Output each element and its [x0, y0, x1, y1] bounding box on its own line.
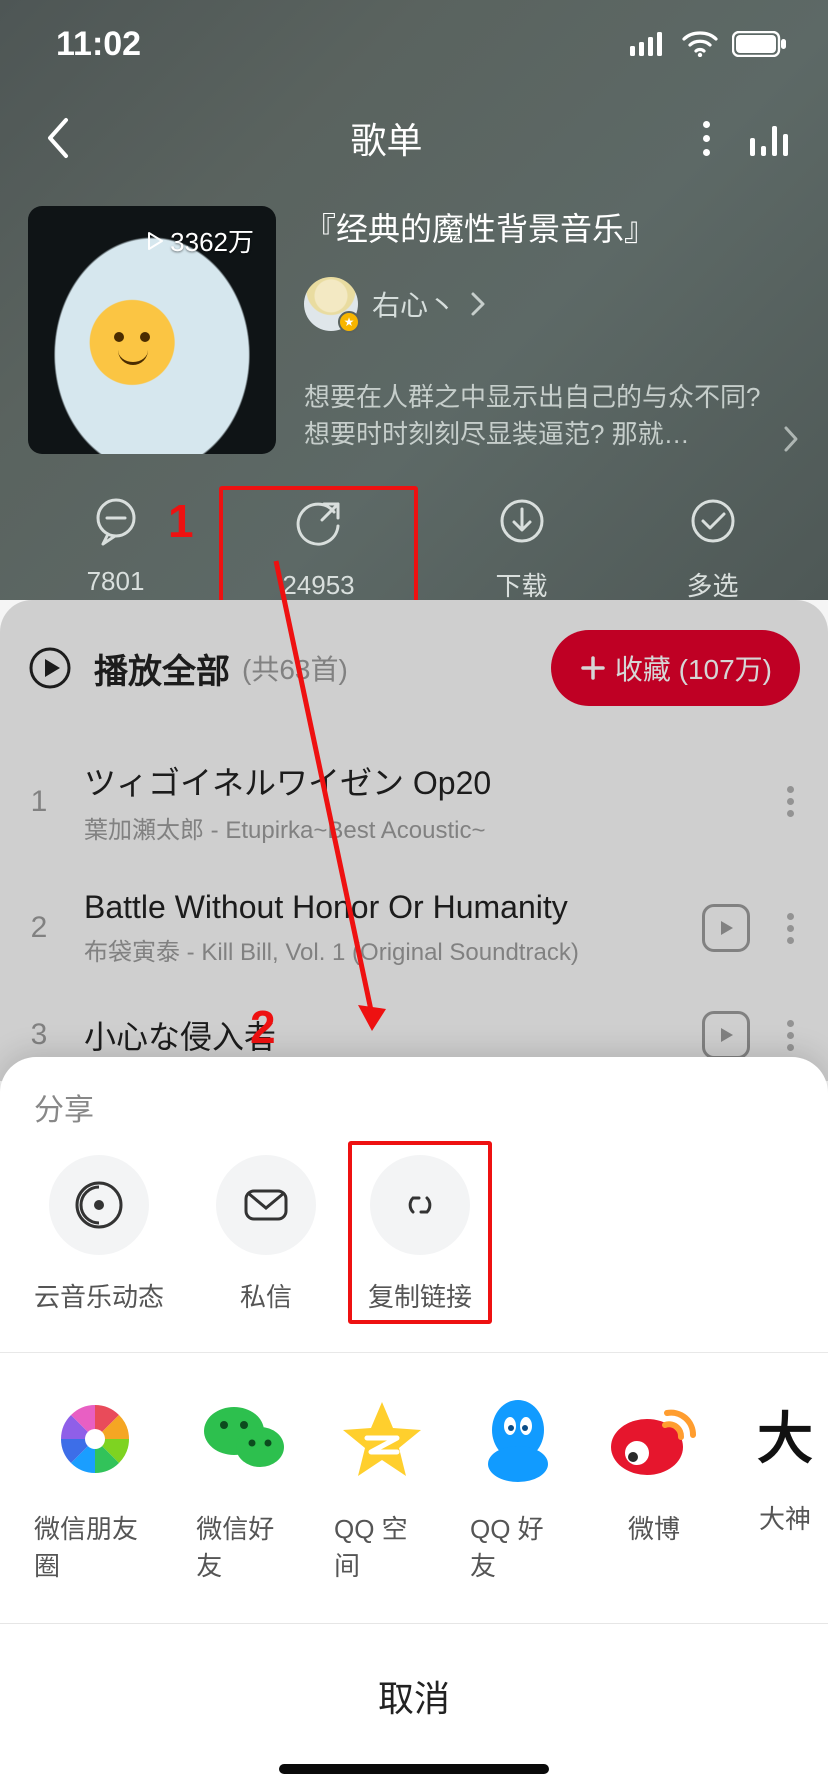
mv-icon[interactable] — [702, 904, 750, 952]
share-option-feed[interactable]: 云音乐动态 — [34, 1155, 164, 1314]
download-label: 下载 — [495, 566, 547, 603]
chevron-right-icon — [782, 424, 800, 454]
nav-bar: 歌单 — [0, 88, 828, 188]
share-label: 私信 — [240, 1277, 292, 1314]
song-index: 1 — [18, 785, 60, 819]
weibo-icon — [607, 1399, 701, 1479]
ext-option-qq[interactable]: QQ 好友 — [470, 1391, 566, 1583]
ext-label: 大神 — [759, 1499, 811, 1536]
link-icon — [393, 1178, 447, 1232]
home-indicator — [279, 1764, 549, 1774]
annotation-2: 2 — [250, 1000, 276, 1054]
description-text: 想要在人群之中显示出自己的与众不同? 想要时时刻刻尽显装逼范? 那就… — [304, 379, 770, 454]
battery-icon — [732, 31, 788, 57]
play-icon — [146, 232, 164, 250]
action-download[interactable]: 下载 — [426, 496, 617, 603]
description-row[interactable]: 想要在人群之中显示出自己的与众不同? 想要时时刻刻尽显装逼范? 那就… — [304, 379, 800, 454]
ext-option-dashen[interactable]: 大 大神 — [742, 1391, 828, 1536]
multiselect-label: 多选 — [686, 566, 738, 603]
row-more-icon[interactable] — [774, 786, 806, 817]
avatar: ★ — [304, 277, 358, 331]
wechat-moments-icon — [53, 1397, 137, 1481]
now-playing-icon[interactable] — [750, 120, 788, 156]
wifi-icon — [682, 31, 718, 57]
mail-icon — [239, 1178, 293, 1232]
share-label: 云音乐动态 — [34, 1277, 164, 1314]
annotation-1: 1 — [168, 494, 194, 548]
song-index: 2 — [18, 911, 60, 945]
status-indicators — [630, 31, 788, 57]
comment-icon — [91, 496, 141, 546]
wechat-icon — [200, 1399, 290, 1479]
row-more-icon[interactable] — [774, 1020, 806, 1051]
share-label: 复制链接 — [368, 1277, 472, 1314]
ext-option-wechat[interactable]: 微信好友 — [196, 1391, 294, 1583]
share-option-copy-link[interactable]: 复制链接 — [368, 1155, 472, 1314]
more-icon[interactable] — [703, 121, 710, 156]
cellular-icon — [630, 32, 668, 56]
ext-label: QQ 空间 — [334, 1509, 430, 1583]
action-multiselect[interactable]: 多选 — [617, 496, 808, 603]
status-time: 11:02 — [56, 25, 141, 64]
play-all-label: 播放全部 — [94, 644, 230, 693]
plus-icon — [579, 654, 607, 682]
author-row[interactable]: ★ 右心丶 — [304, 277, 800, 331]
check-icon — [688, 496, 738, 546]
play-count-text: 3362万 — [170, 222, 254, 259]
avatar-badge-icon: ★ — [338, 311, 360, 333]
playlist-title: 『经典的魔性背景音乐』 — [304, 208, 800, 251]
mv-icon[interactable] — [702, 1011, 750, 1059]
download-icon — [497, 496, 547, 546]
qq-icon — [480, 1394, 556, 1484]
share-internal-row: 云音乐动态 私信 复制链接 — [0, 1143, 828, 1348]
status-bar: 11:02 — [0, 0, 828, 88]
qzone-icon — [339, 1396, 425, 1482]
cover-art[interactable]: 3362万 — [28, 206, 276, 454]
collect-button[interactable]: 收藏 (107万) — [551, 630, 800, 706]
ext-option-weibo[interactable]: 微博 — [606, 1391, 702, 1546]
page-title: 歌单 — [350, 112, 422, 164]
music-feed-icon — [72, 1178, 126, 1232]
ext-label: 微博 — [628, 1509, 680, 1546]
author-name: 右心丶 — [372, 284, 456, 324]
hero-region: 11:02 歌单 3362万 『经典的魔性背景音乐』 ★ 右心丶 — [0, 0, 828, 600]
ext-label: 微信好友 — [196, 1509, 294, 1583]
play-count-badge: 3362万 — [136, 218, 264, 263]
playlist-header: 3362万 『经典的魔性背景音乐』 ★ 右心丶 想要在人群之中显示出自己的与众不… — [0, 188, 828, 454]
comment-count: 7801 — [87, 566, 145, 597]
annotation-arrow — [270, 555, 430, 1045]
chevron-right-icon — [470, 291, 486, 317]
song-index: 3 — [18, 1018, 60, 1052]
share-sheet-title: 分享 — [0, 1057, 828, 1143]
divider — [0, 1352, 828, 1353]
row-more-icon[interactable] — [774, 913, 806, 944]
share-sheet: 分享 云音乐动态 私信 复制链接 — [0, 1057, 828, 1792]
ext-option-wechat-moments[interactable]: 微信朋友圈 — [34, 1391, 156, 1583]
ext-label: 微信朋友圈 — [34, 1509, 156, 1583]
collect-label: 收藏 (107万) — [615, 648, 772, 688]
share-icon — [294, 500, 344, 550]
play-all-icon — [28, 646, 72, 690]
share-option-dm[interactable]: 私信 — [216, 1155, 316, 1314]
ext-option-qzone[interactable]: QQ 空间 — [334, 1391, 430, 1583]
ext-label: QQ 好友 — [470, 1509, 566, 1583]
back-icon[interactable] — [44, 116, 70, 160]
share-external-row: 微信朋友圈 微信好友 QQ 空间 QQ 好友 — [0, 1357, 828, 1623]
